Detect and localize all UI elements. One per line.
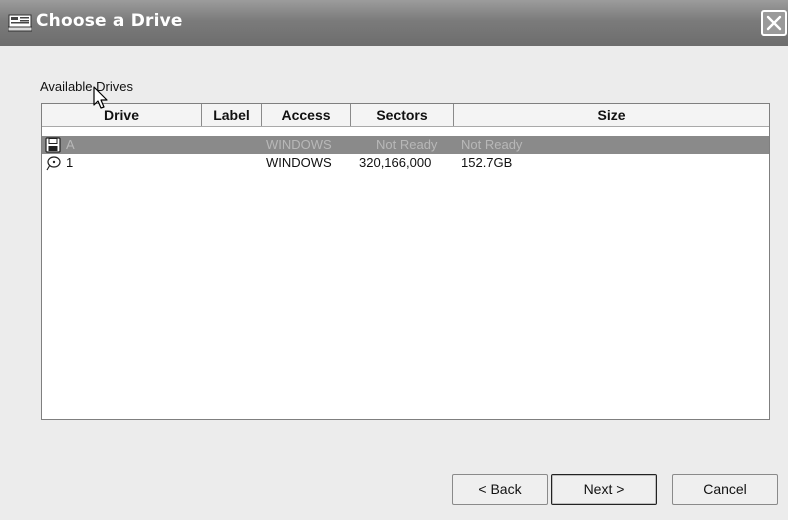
floppy-disk-icon: [45, 137, 61, 153]
drive-cell: 1: [66, 155, 74, 170]
column-header-drive[interactable]: Drive: [42, 104, 202, 126]
cancel-button[interactable]: Cancel: [672, 474, 778, 505]
next-button[interactable]: Next >: [551, 474, 657, 505]
title-bar[interactable]: Choose a Drive: [0, 0, 788, 46]
app-icon: [8, 14, 32, 32]
window-title: Choose a Drive: [36, 11, 183, 31]
column-header-row: Drive Label Access Sectors Size: [42, 104, 769, 127]
table-row[interactable]: 1 WINDOWS 320,166,000 152.7GB: [42, 154, 769, 172]
choose-drive-dialog: Choose a Drive Available Drives Drive La…: [0, 0, 788, 520]
drive-cell: A: [66, 137, 75, 152]
drive-list[interactable]: Drive Label Access Sectors Size A WINDOW…: [41, 103, 770, 420]
size-cell: 152.7GB: [461, 155, 513, 170]
size-cell: Not Ready: [461, 137, 523, 152]
column-header-size[interactable]: Size: [454, 104, 769, 126]
table-row[interactable]: A WINDOWS Not Ready Not Ready: [42, 136, 769, 154]
column-header-access[interactable]: Access: [262, 104, 351, 126]
close-button[interactable]: [761, 10, 787, 36]
access-cell: WINDOWS: [266, 155, 332, 170]
sectors-cell: Not Ready: [376, 137, 438, 152]
access-cell: WINDOWS: [266, 137, 332, 152]
column-header-label[interactable]: Label: [202, 104, 262, 126]
hard-disk-icon: [46, 156, 61, 171]
close-icon: [766, 15, 782, 31]
column-header-sectors[interactable]: Sectors: [351, 104, 454, 126]
back-button[interactable]: < Back: [452, 474, 548, 505]
sectors-cell: 320,166,000: [359, 155, 432, 170]
mouse-pointer-icon: [93, 86, 108, 109]
available-drives-label: Available Drives: [40, 79, 133, 94]
